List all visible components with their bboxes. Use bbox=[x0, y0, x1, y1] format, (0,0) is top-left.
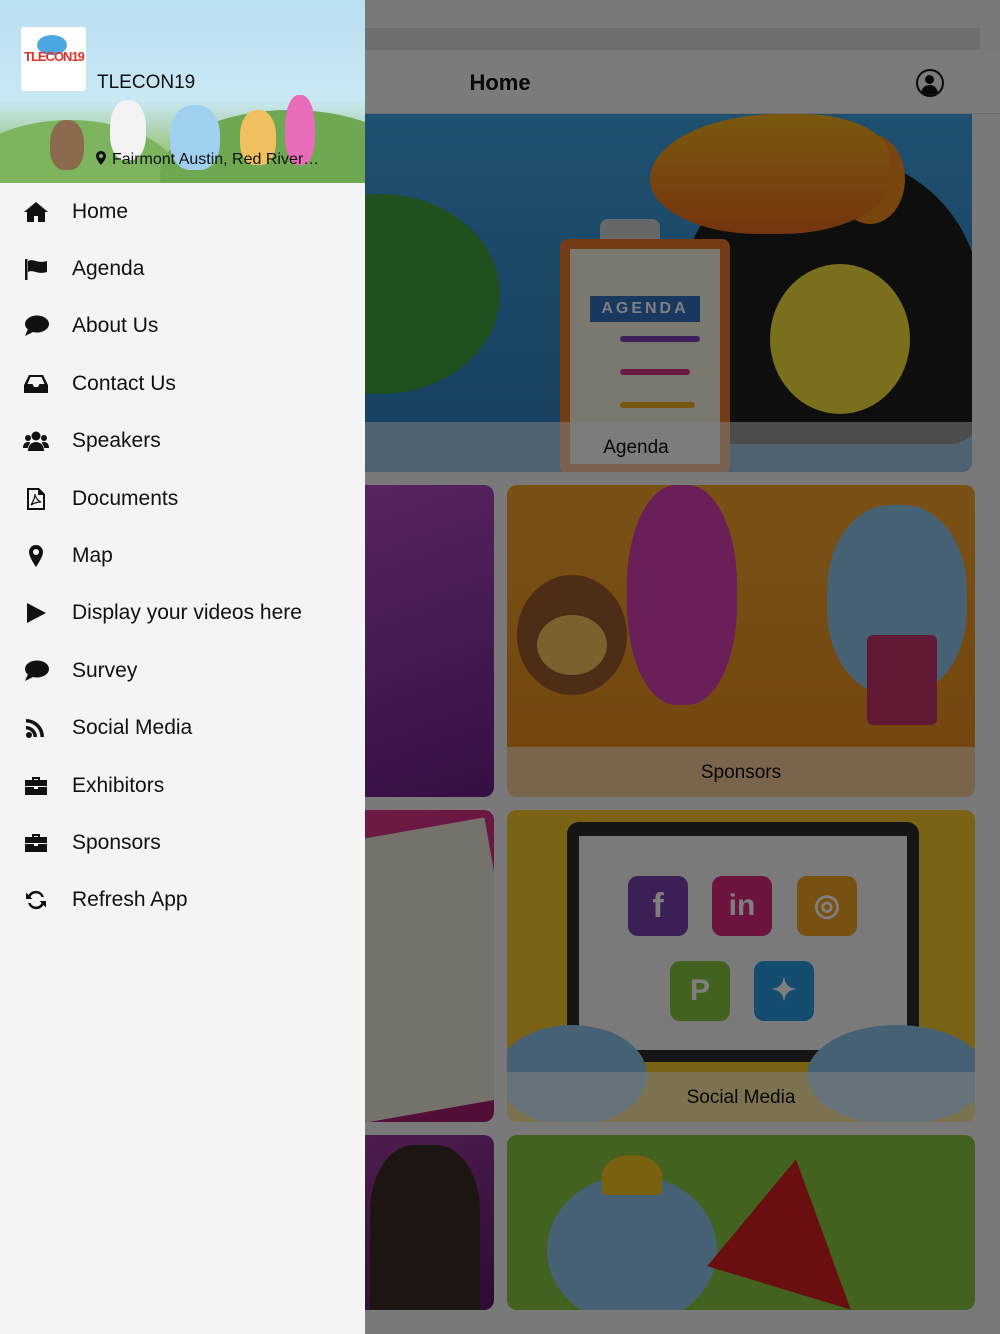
briefcase-icon bbox=[22, 830, 50, 856]
menu-item-sponsors[interactable]: Sponsors bbox=[0, 814, 365, 871]
menu-item-label: Contact Us bbox=[72, 371, 176, 395]
inbox-icon bbox=[22, 371, 50, 397]
menu-item-survey[interactable]: Survey bbox=[0, 642, 365, 699]
menu-item-documents[interactable]: Documents bbox=[0, 470, 365, 527]
rss-icon bbox=[22, 715, 50, 741]
menu-item-label: Sponsors bbox=[72, 830, 161, 854]
drawer-menu: Home Agenda About Us Contact Us Speakers… bbox=[0, 183, 365, 929]
menu-item-videos[interactable]: Display your videos here bbox=[0, 585, 365, 642]
menu-item-agenda[interactable]: Agenda bbox=[0, 240, 365, 297]
briefcase-icon bbox=[22, 773, 50, 799]
users-icon bbox=[22, 428, 50, 454]
drawer-header: TLECON19 TLECON19 Fairmont Austin, Red R… bbox=[0, 0, 365, 183]
side-drawer: TLECON19 TLECON19 Fairmont Austin, Red R… bbox=[0, 0, 365, 1334]
menu-item-label: Home bbox=[72, 199, 129, 223]
map-marker-icon bbox=[22, 543, 50, 569]
menu-item-label: Exhibitors bbox=[72, 773, 165, 797]
menu-item-label: About Us bbox=[72, 314, 159, 338]
flag-icon bbox=[22, 256, 50, 282]
home-icon bbox=[22, 199, 50, 225]
pdf-file-icon bbox=[22, 486, 50, 512]
character-illustration bbox=[50, 120, 84, 170]
comment-icon bbox=[22, 313, 50, 339]
app-logo: TLECON19 bbox=[21, 27, 86, 91]
menu-item-label: Display your videos here bbox=[72, 601, 302, 625]
map-marker-icon bbox=[96, 151, 106, 165]
menu-item-social-media[interactable]: Social Media bbox=[0, 700, 365, 757]
refresh-icon bbox=[22, 887, 50, 913]
menu-item-label: Speakers bbox=[72, 429, 161, 453]
event-location-text: Fairmont Austin, Red River… bbox=[112, 151, 320, 168]
menu-item-about-us[interactable]: About Us bbox=[0, 298, 365, 355]
menu-item-label: Refresh App bbox=[72, 888, 188, 912]
menu-item-exhibitors[interactable]: Exhibitors bbox=[0, 757, 365, 814]
app-name: TLECON19 bbox=[97, 72, 196, 93]
play-icon bbox=[22, 600, 50, 626]
comment-icon bbox=[22, 658, 50, 684]
menu-item-home[interactable]: Home bbox=[0, 183, 365, 240]
menu-item-speakers[interactable]: Speakers bbox=[0, 413, 365, 470]
menu-item-contact-us[interactable]: Contact Us bbox=[0, 355, 365, 412]
menu-item-label: Map bbox=[72, 544, 113, 568]
menu-item-label: Documents bbox=[72, 486, 179, 510]
event-location: Fairmont Austin, Red River… bbox=[96, 151, 346, 169]
menu-item-label: Social Media bbox=[72, 716, 193, 740]
menu-item-map[interactable]: Map bbox=[0, 527, 365, 584]
menu-item-label: Agenda bbox=[72, 257, 145, 281]
menu-item-refresh-app[interactable]: Refresh App bbox=[0, 872, 365, 929]
menu-item-label: Survey bbox=[72, 658, 138, 682]
